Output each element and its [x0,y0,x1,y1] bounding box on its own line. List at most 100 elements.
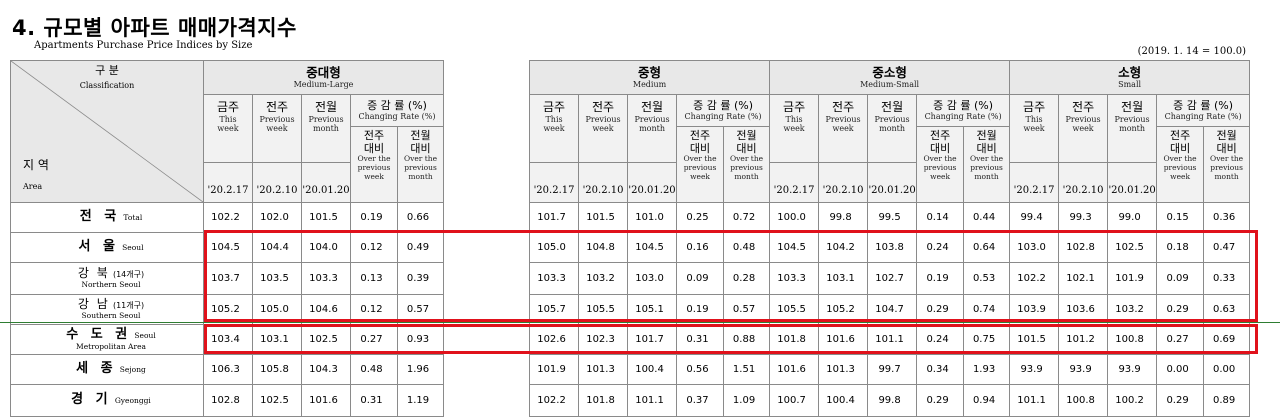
previous-week-header-en: Previous [825,114,861,124]
date-header: '20.01.20 [627,162,678,203]
this-week-header-en: week [543,123,565,133]
this-week-header-en: week [783,123,805,133]
date-header: '20.2.10 [578,162,629,203]
region-name-en: Gyeonggi [114,396,151,406]
value-cell: 101.1 [627,384,678,417]
region-cell: 전 국 Total [10,202,204,233]
classification-label: 구 분 [95,64,119,77]
previous-week-header-en: Previous [1065,114,1101,124]
value-cell: 105.8 [252,354,302,385]
classification-header: 구 분 Classification 지 역 Area [10,60,204,203]
value-cell: 0.29 [916,384,965,417]
previous-month-header-en: month [879,123,906,133]
value-cell: 0.72 [723,202,771,233]
previous-month-header: 전월 Previous month [627,94,678,163]
classification-label-en: Classification [79,81,135,90]
table-gap [443,162,531,203]
previous-week-header: 전주 Previous week [578,94,629,163]
this-week-header-ko: 금주 [542,100,566,114]
base-note: (2019. 1. 14 = 100.0) [1137,46,1246,57]
previous-week-header: 전주 Previous week [252,94,302,163]
size-group-header: 소형 Small [1009,60,1251,95]
rate-month-header-ko: 전월 [736,129,757,142]
green-divider-line [0,322,1280,323]
previous-month-header-en: month [313,123,339,133]
value-cell: 0.14 [916,202,965,233]
previous-week-header-en: week [266,123,288,133]
region-name-en: Seoul [134,330,156,340]
value-cell: 100.4 [818,384,869,417]
this-week-header-ko: 금주 [216,100,240,114]
table-row: 세 종 Sejong 106.3 105.8 104.3 0.48 1.96 101.9 10… [10,354,1251,385]
previous-week-header-ko: 전주 [1072,100,1095,114]
rate-week-header-ko: 전주 [363,129,385,142]
rate-month-header-en: Over the previous month [1210,154,1244,181]
value-cell: 102.0 [252,202,302,233]
changing-rate-label: 증 감 률 (%) [367,98,427,112]
size-group-name: 소형 [1118,64,1142,80]
region-cell: 경 기 Gyeonggi [10,384,204,417]
rate-month-header-ko: 전월 [410,129,431,142]
previous-week-header-en: week [592,123,614,133]
region-label-en: Area [23,182,43,191]
region-name-en: Sejong [119,365,146,375]
value-cell: 0.44 [963,202,1011,233]
rate-week-header: 전주 대비 Over the previous week [1156,126,1205,203]
previous-month-header: 전월 Previous month [1107,94,1158,163]
value-cell: 100.0 [769,202,820,233]
changing-rate-label: 증 감 률 (%) [933,98,994,112]
rate-month-header-en: Over the previous month [970,154,1004,181]
region-district-count: (11개구) [112,301,145,311]
value-cell: 100.8 [1058,384,1109,417]
value-cell: 93.9 [1058,354,1109,385]
value-cell: 0.15 [1156,202,1205,233]
date-header: '20.2.10 [1058,162,1109,203]
table-gap [443,202,531,233]
value-cell: 101.5 [578,202,629,233]
value-cell: 100.2 [1107,384,1158,417]
value-cell: 0.66 [396,202,445,233]
table-row: 전 국 Total 102.2 102.0 101.5 0.19 0.66 101.7 101… [10,202,1251,233]
previous-month-header-en: Previous [874,114,910,124]
value-cell: 101.7 [529,202,580,233]
region-name: 경 기 [71,392,112,408]
changing-rate-header: 증 감 률 (%) Changing Rate (%) [676,94,771,127]
value-cell: 0.25 [676,202,725,233]
this-week-header: 금주 This week [769,94,820,163]
size-group-name: 중소형 [872,64,907,80]
size-group-name: 중형 [638,64,662,80]
this-week-header-en: week [217,123,239,133]
page-title: 4. 규모별 아파트 매매가격지수 [12,16,297,40]
rate-week-header-ko: 전주 [1169,129,1191,142]
value-cell: 102.2 [203,202,253,233]
value-cell: 0.00 [1203,354,1251,385]
rate-month-header: 전월 대비 Over the previous month [963,126,1011,203]
changing-rate-label-en: Changing Rate (%) [1164,112,1242,122]
size-group-name-en: Medium-Large [293,80,354,90]
changing-rate-label-en: Changing Rate (%) [358,112,436,122]
value-cell: 101.9 [529,354,580,385]
value-cell: 101.5 [301,202,351,233]
this-week-header: 금주 This week [1009,94,1060,163]
previous-month-header-ko: 전월 [640,100,664,114]
metropolitan-highlight-box [204,324,1258,354]
value-cell: 102.5 [252,384,302,417]
region-cell: 강 남 (11개구) Southern Seoul [10,294,204,325]
region-name-en: Total [123,213,143,223]
value-cell: 0.94 [963,384,1011,417]
value-cell: 101.3 [818,354,869,385]
this-week-header: 금주 This week [203,94,253,163]
date-header: '20.2.10 [818,162,869,203]
table-header: 구 분 Classification 지 역 Area 중대형 Medium-Large 중… [10,60,1251,203]
value-cell: 1.09 [723,384,771,417]
size-group-name-en: Small [1118,80,1142,90]
previous-month-header: 전월 Previous month [301,94,351,163]
rate-month-header-en: Over the previous month [403,154,438,181]
this-week-header-en: This [1025,114,1043,124]
previous-week-header-en: Previous [259,114,295,124]
region-name: 수 도 권 [66,326,132,342]
table-row: 경 기 Gyeonggi 102.8 102.5 101.6 0.31 1.19 102.2… [10,384,1251,417]
date-header: '20.2.17 [203,162,253,203]
size-group-header: 중형 Medium [529,60,771,95]
changing-rate-header: 증 감 률 (%) Changing Rate (%) [1156,94,1251,127]
